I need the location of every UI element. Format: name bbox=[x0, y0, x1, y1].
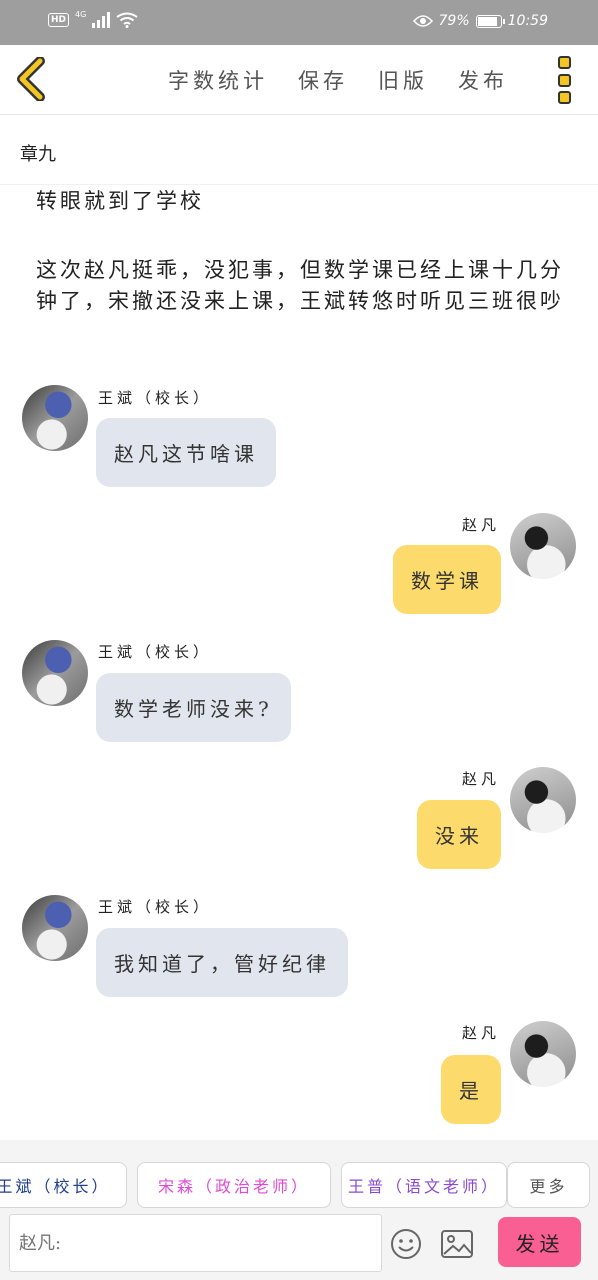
wifi-icon bbox=[116, 12, 138, 28]
avatar[interactable] bbox=[22, 895, 88, 961]
network-type-label: 4G bbox=[75, 9, 87, 19]
image-button[interactable] bbox=[440, 1228, 474, 1260]
avatar[interactable] bbox=[22, 640, 88, 706]
message-bubble[interactable]: 数学课 bbox=[393, 545, 501, 614]
sender-name: 王斌（校长） bbox=[98, 898, 213, 916]
role-chip[interactable]: 王普（语文老师） bbox=[341, 1162, 507, 1208]
input-bar: 发送 bbox=[0, 1210, 598, 1280]
status-bar: HD 4G 79% 10:59 bbox=[0, 0, 598, 45]
message-bubble[interactable]: 赵凡这节啥课 bbox=[96, 418, 276, 487]
status-left: HD 4G bbox=[48, 9, 138, 28]
message-input[interactable] bbox=[9, 1214, 382, 1272]
more-menu-button[interactable] bbox=[558, 56, 574, 104]
avatar[interactable] bbox=[22, 385, 88, 451]
menu-dot-icon bbox=[558, 91, 571, 104]
save-button[interactable]: 保存 bbox=[298, 65, 348, 95]
narration-text[interactable]: 转眼就到了学校 bbox=[36, 186, 576, 217]
emoji-button[interactable] bbox=[390, 1228, 422, 1260]
toolbar-actions: 字数统计 保存 旧版 发布 bbox=[168, 65, 538, 95]
menu-dot-icon bbox=[558, 73, 571, 87]
signal-icon bbox=[92, 12, 111, 28]
sender-name: 赵凡 bbox=[461, 770, 500, 788]
eye-comfort-icon bbox=[412, 15, 433, 27]
divider bbox=[0, 184, 598, 185]
role-chip[interactable]: 王斌（校长） bbox=[0, 1162, 127, 1208]
sender-name: 赵凡 bbox=[461, 516, 500, 534]
sender-name: 王斌（校长） bbox=[98, 643, 213, 661]
role-selector-bar: 王斌（校长） 宋森（政治老师） 王普（语文老师） 更多 bbox=[0, 1140, 598, 1210]
role-chip[interactable]: 宋森（政治老师） bbox=[137, 1162, 331, 1208]
message-bubble[interactable]: 我知道了，管好纪律 bbox=[96, 928, 348, 997]
more-roles-button[interactable]: 更多 bbox=[507, 1162, 590, 1208]
message-bubble[interactable]: 数学老师没来? bbox=[96, 673, 291, 742]
message-bubble[interactable]: 是 bbox=[441, 1055, 501, 1124]
message-bubble[interactable]: 没来 bbox=[417, 800, 501, 869]
image-icon bbox=[441, 1230, 473, 1258]
narration-text[interactable]: 这次赵凡挺乖，没犯事，但数学课已经上课十几分钟了，宋撤还没来上课，王斌转悠时听见… bbox=[36, 255, 576, 317]
chapter-title[interactable]: 章九 bbox=[20, 140, 56, 166]
battery-percent: 79% bbox=[438, 13, 470, 29]
hd-badge: HD bbox=[48, 13, 70, 27]
publish-button[interactable]: 发布 bbox=[458, 65, 508, 95]
old-version-button[interactable]: 旧版 bbox=[378, 65, 428, 95]
sender-name: 王斌（校长） bbox=[98, 389, 213, 407]
word-count-button[interactable]: 字数统计 bbox=[168, 65, 268, 95]
avatar[interactable] bbox=[510, 513, 576, 579]
avatar[interactable] bbox=[510, 767, 576, 833]
send-button[interactable]: 发送 bbox=[498, 1217, 581, 1267]
status-right: 79% 10:59 bbox=[412, 13, 548, 29]
back-button[interactable] bbox=[14, 56, 48, 102]
avatar[interactable] bbox=[510, 1021, 576, 1087]
menu-dot-icon bbox=[558, 56, 571, 69]
sender-name: 赵凡 bbox=[461, 1024, 500, 1042]
emoji-icon bbox=[391, 1229, 421, 1259]
toolbar: 字数统计 保存 旧版 发布 bbox=[0, 45, 598, 115]
clock: 10:59 bbox=[507, 13, 548, 29]
battery-icon bbox=[475, 14, 505, 28]
chevron-left-icon bbox=[17, 56, 45, 102]
